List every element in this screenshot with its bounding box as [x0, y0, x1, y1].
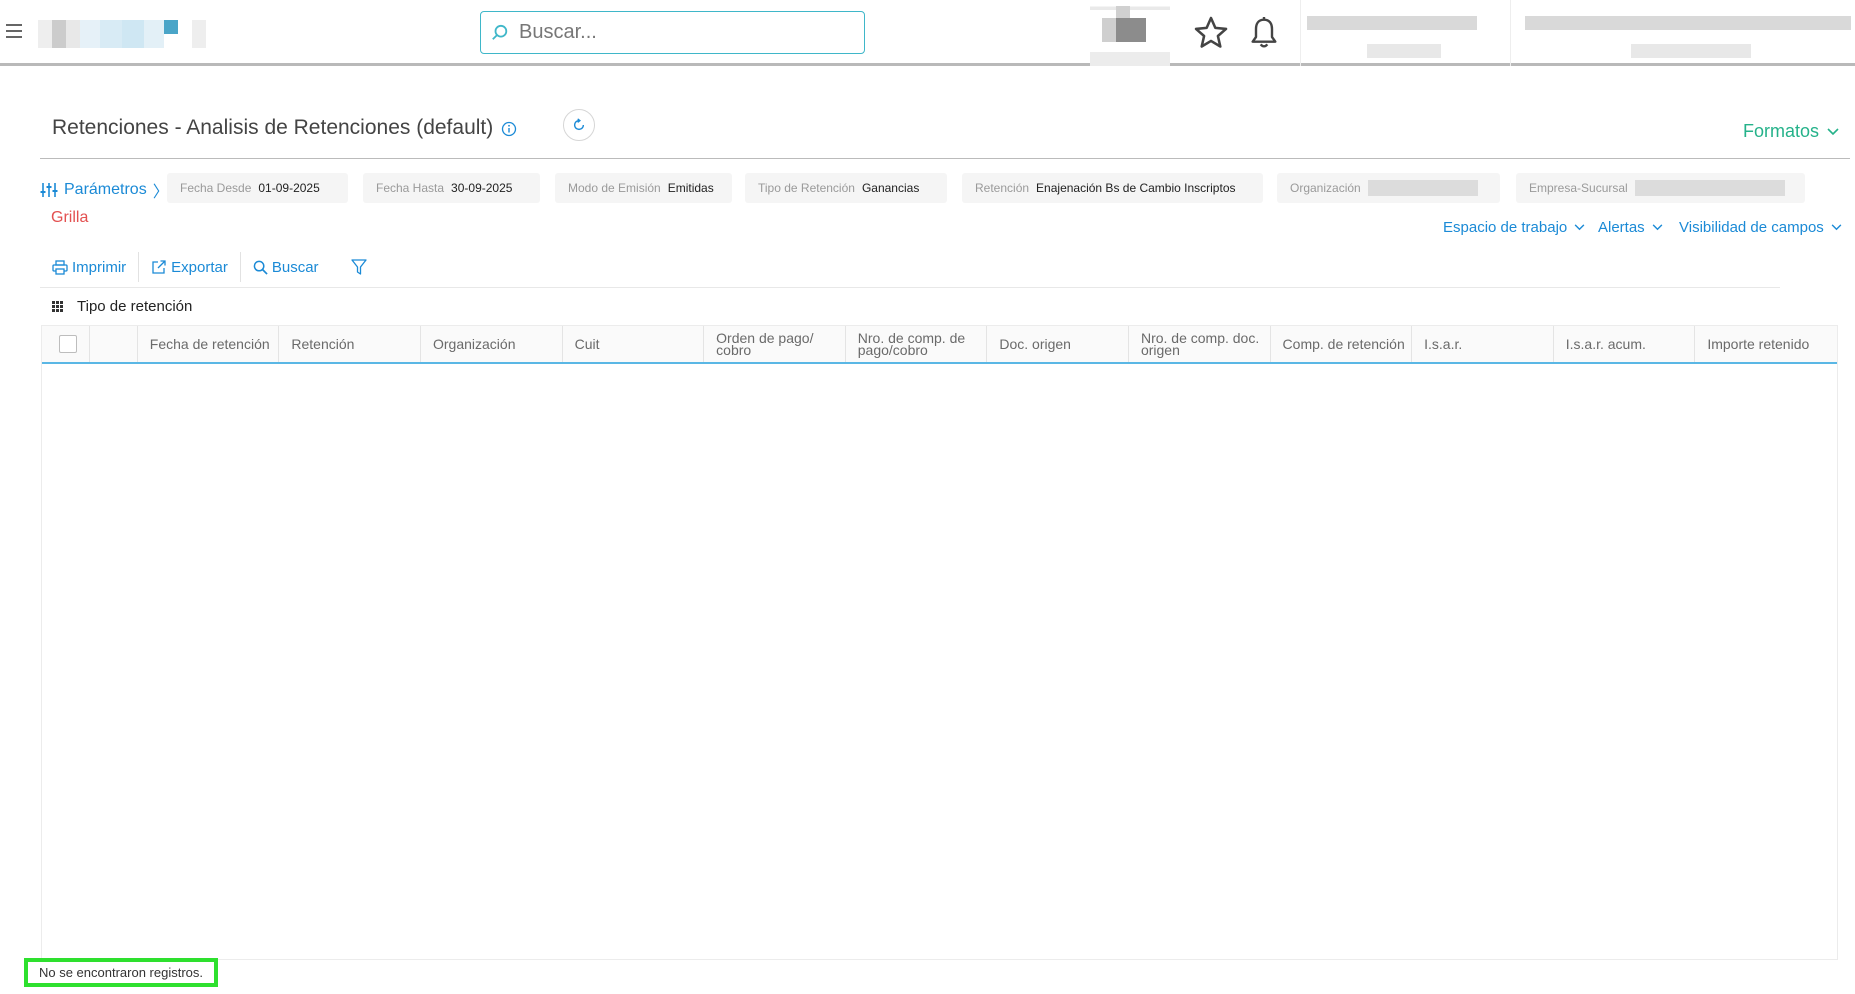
column-header[interactable]: Nro. de comp. doc. origen	[1129, 326, 1271, 362]
param-organizacion[interactable]: Organización	[1277, 173, 1500, 203]
search-icon	[492, 24, 508, 40]
param-label: Tipo de Retención	[758, 181, 855, 195]
param-empresa-sucursal[interactable]: Empresa-Sucursal	[1516, 173, 1805, 203]
column-header[interactable]: Cuit	[563, 326, 705, 362]
group-by-panel[interactable]: Tipo de retención	[52, 298, 192, 315]
grid-header: Fecha de retención Retención Organizació…	[42, 326, 1837, 364]
visibilidad-campos-label: Visibilidad de campos	[1679, 219, 1824, 235]
param-tipo-retencion[interactable]: Tipo de Retención Ganancias	[745, 173, 947, 203]
printer-icon	[52, 259, 68, 275]
notifications-bell-icon[interactable]	[1248, 15, 1280, 51]
favorite-star-icon[interactable]	[1193, 15, 1229, 51]
app-logo[interactable]	[38, 20, 216, 48]
espacio-trabajo-label: Espacio de trabajo	[1443, 219, 1568, 235]
exportar-label: Exportar	[171, 258, 228, 276]
column-header[interactable]: Orden de pago/ cobro	[704, 326, 846, 362]
filter-button[interactable]	[331, 252, 383, 282]
column-header[interactable]: Doc. origen	[987, 326, 1129, 362]
chevron-down-icon	[1827, 127, 1839, 135]
refresh-button[interactable]	[563, 109, 595, 141]
param-value-redacted	[1367, 180, 1478, 196]
param-fecha-hasta[interactable]: Fecha Hasta 30-09-2025	[363, 173, 540, 203]
sliders-icon	[40, 183, 58, 197]
imprimir-label: Imprimir	[72, 258, 127, 276]
column-header[interactable]: Fecha de retención	[138, 326, 280, 362]
param-modo-emision[interactable]: Modo de Emisión Emitidas	[555, 173, 732, 203]
page-title: Retenciones - Analisis de Retenciones (d…	[52, 116, 517, 140]
param-value: Ganancias	[861, 181, 920, 195]
chevron-down-icon	[1652, 223, 1663, 230]
param-value-redacted	[1634, 180, 1785, 196]
parametros-label: Parámetros	[64, 181, 147, 198]
column-header[interactable]: I.s.a.r. acum.	[1554, 326, 1696, 362]
status-message: No se encontraron registros.	[24, 958, 218, 987]
data-grid: Fecha de retención Retención Organizació…	[41, 325, 1838, 960]
refresh-icon	[573, 118, 585, 131]
param-value: 30-09-2025	[451, 181, 513, 195]
page-title-text: Retenciones - Analisis de Retenciones (d…	[52, 116, 494, 139]
formatos-dropdown[interactable]: Formatos	[1743, 121, 1839, 142]
search-input[interactable]	[519, 21, 839, 44]
param-fecha-desde[interactable]: Fecha Desde 01-09-2025	[167, 173, 348, 203]
imprimir-button[interactable]: Imprimir	[40, 252, 140, 282]
parametros-toggle[interactable]: Parámetros 〉	[40, 178, 169, 202]
drag-grid-icon	[52, 301, 63, 312]
column-header[interactable]: Nro. de comp. de pago/cobro	[846, 326, 988, 362]
user-avatar[interactable]	[1090, 0, 1170, 66]
param-label: Fecha Desde	[180, 181, 252, 195]
column-header[interactable]: Importe retenido	[1695, 326, 1837, 362]
column-header[interactable]: Retención	[279, 326, 421, 362]
search-icon	[253, 260, 268, 275]
menu-icon[interactable]	[6, 24, 22, 38]
exportar-button[interactable]: Exportar	[139, 252, 241, 282]
chevron-down-icon	[1831, 223, 1842, 230]
column-header[interactable]: Comp. de retención	[1271, 326, 1413, 362]
param-label: Empresa-Sucursal	[1529, 181, 1628, 195]
formatos-label: Formatos	[1742, 121, 1819, 141]
export-icon	[152, 260, 166, 274]
buscar-button[interactable]: Buscar	[241, 252, 331, 282]
header-divider	[40, 158, 1850, 159]
select-all-checkbox[interactable]	[59, 335, 77, 353]
param-value: Enajenación Bs de Cambio Inscriptos	[1036, 181, 1236, 195]
group-by-label: Tipo de retención	[77, 298, 193, 315]
param-label: Modo de Emisión	[568, 181, 661, 195]
company-selector[interactable]	[1510, 0, 1855, 66]
row-actions-header	[90, 326, 138, 362]
user-info[interactable]	[1300, 0, 1510, 66]
buscar-label: Buscar	[271, 258, 319, 276]
grilla-label[interactable]: Grilla	[51, 209, 88, 227]
param-value: 01-09-2025	[258, 181, 320, 195]
global-search[interactable]	[480, 11, 865, 54]
param-label: Retención	[975, 181, 1030, 195]
filter-icon	[350, 258, 367, 275]
param-label: Fecha Hasta	[376, 181, 445, 195]
visibilidad-campos-dropdown[interactable]: Visibilidad de campos	[1679, 219, 1842, 235]
chevron-down-icon	[1574, 223, 1585, 230]
grid-toolbar: Imprimir Exportar Buscar	[40, 249, 383, 285]
param-value: Emitidas	[667, 181, 714, 195]
alertas-label: Alertas	[1598, 219, 1645, 235]
select-all-cell[interactable]	[42, 326, 90, 362]
espacio-trabajo-dropdown[interactable]: Espacio de trabajo	[1443, 219, 1585, 235]
alertas-dropdown[interactable]: Alertas	[1598, 219, 1663, 235]
param-label: Organización	[1290, 181, 1361, 195]
param-retencion[interactable]: Retención Enajenación Bs de Cambio Inscr…	[962, 173, 1263, 203]
column-header[interactable]: I.s.a.r.	[1412, 326, 1554, 362]
top-bar	[0, 0, 1855, 66]
toolbar-divider	[40, 287, 1780, 288]
column-header[interactable]: Organización	[421, 326, 563, 362]
info-icon[interactable]	[501, 121, 517, 137]
